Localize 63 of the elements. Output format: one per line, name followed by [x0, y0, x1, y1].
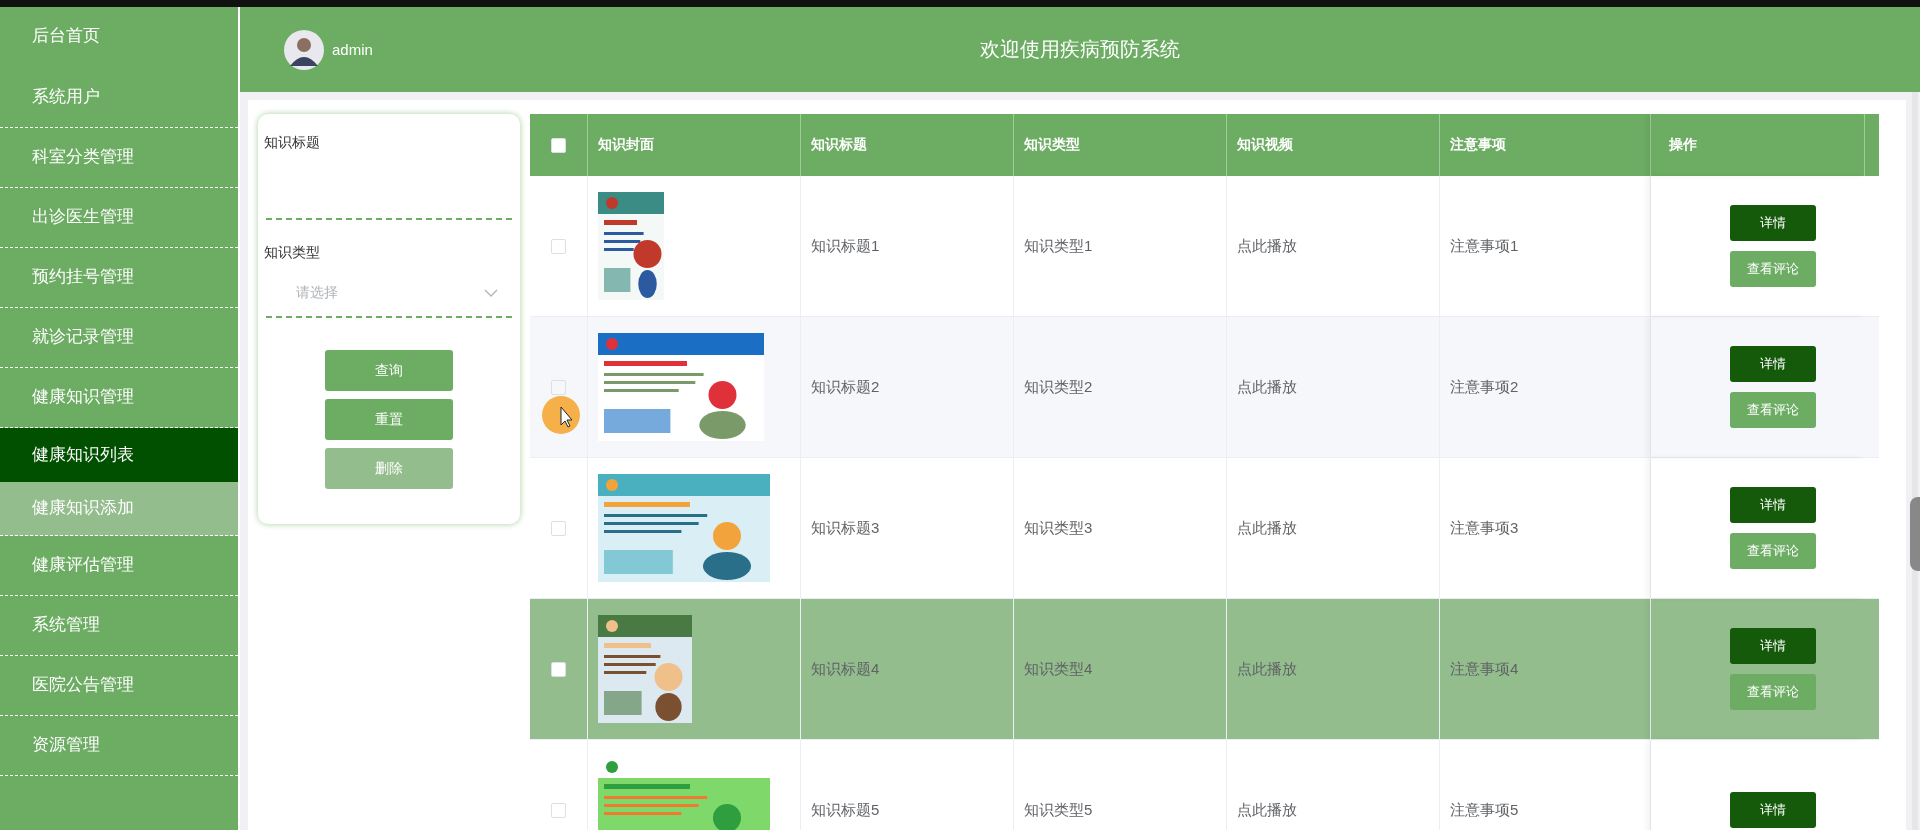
table-cell: 知识标题4 — [801, 599, 1014, 739]
table-cell: 知识标题1 — [801, 176, 1014, 316]
sidebar-item[interactable]: 出诊医生管理 — [0, 188, 238, 248]
checkbox[interactable] — [551, 802, 566, 818]
table-cell: 点此播放 — [1227, 740, 1440, 830]
table-cell: 注意事项2 — [1440, 317, 1651, 457]
checkbox[interactable] — [551, 137, 566, 153]
comments-button[interactable]: 查看评论 — [1730, 674, 1816, 710]
checkbox[interactable] — [551, 238, 566, 254]
details-button[interactable]: 详情 — [1730, 205, 1816, 241]
user-name: admin — [332, 41, 373, 58]
avatar-icon — [284, 29, 324, 70]
checkbox[interactable] — [551, 520, 566, 536]
table-row[interactable]: 知识标题2 知识类型2 点此播放 注意事项2 详情 查看评论 — [530, 317, 1879, 458]
comments-button[interactable]: 查看评论 — [1730, 533, 1816, 569]
cursor-icon — [541, 395, 581, 435]
details-button[interactable]: 详情 — [1730, 628, 1816, 664]
table-cell: 知识类型4 — [1014, 599, 1227, 739]
comments-button[interactable]: 查看评论 — [1730, 392, 1816, 428]
table-cell: 点此播放 — [1227, 317, 1440, 457]
table-row[interactable]: 知识标题4 知识类型4 点此播放 注意事项4 详情 查看评论 — [530, 599, 1879, 740]
sidebar-item[interactable]: 后台首页 — [0, 7, 238, 68]
scrollbar[interactable] — [1912, 92, 1918, 830]
sidebar-item[interactable]: 系统用户 — [0, 68, 238, 128]
scroll-handle[interactable] — [1910, 497, 1920, 571]
sidebar-item[interactable]: 资源管理 — [0, 716, 238, 776]
comments-button[interactable]: 查看评论 — [1730, 251, 1816, 287]
details-button[interactable]: 详情 — [1730, 792, 1816, 828]
sidebar-item[interactable]: 健康知识列表 — [0, 428, 238, 482]
table-cell: 知识类型3 — [1014, 458, 1227, 598]
sidebar-item[interactable]: 系统管理 — [0, 596, 238, 656]
table-cell: 知识类型2 — [1014, 317, 1227, 457]
page-title: 欢迎使用疾病预防系统 — [979, 37, 1181, 62]
checkbox[interactable] — [551, 661, 566, 677]
sidebar-item[interactable]: 医院公告管理 — [0, 656, 238, 716]
sidebar-item[interactable]: 科室分类管理 — [0, 128, 238, 188]
table-cell: 知识标题2 — [801, 317, 1014, 457]
field-label: 知识标题 — [264, 134, 321, 152]
sidebar-item[interactable]: 预约挂号管理 — [0, 248, 238, 308]
search-form-button[interactable]: 重置 — [325, 399, 453, 440]
table-cell: 注意事项4 — [1440, 599, 1651, 739]
table-cell: 注意事项5 — [1440, 740, 1651, 830]
table-cell: 点此播放 — [1227, 458, 1440, 598]
sidebar-item[interactable]: 就诊记录管理 — [0, 308, 238, 368]
table-cell: 知识标题5 — [801, 740, 1014, 830]
table-cell: 知识标题3 — [801, 458, 1014, 598]
sidebar-item[interactable]: 健康知识添加 — [0, 482, 238, 536]
table-row[interactable]: 知识标题3 知识类型3 点此播放 注意事项3 详情 查看评论 — [530, 458, 1879, 599]
table-cell: 注意事项1 — [1440, 176, 1651, 316]
chevron-down-icon — [484, 289, 498, 297]
table-cell: 点此播放 — [1227, 599, 1440, 739]
select-field[interactable]: 请选择 — [266, 270, 512, 318]
checkbox[interactable] — [551, 379, 566, 395]
details-button[interactable]: 详情 — [1730, 487, 1816, 523]
table-cell: 知识类型1 — [1014, 176, 1227, 316]
search-form-button[interactable]: 查询 — [325, 350, 453, 391]
table-cell: 点此播放 — [1227, 176, 1440, 316]
table-row[interactable]: 知识标题1 知识类型1 点此播放 注意事项1 详情 查看评论 — [530, 176, 1879, 317]
table-cell: 知识类型5 — [1014, 740, 1227, 830]
table-cell: 注意事项3 — [1440, 458, 1651, 598]
details-button[interactable]: 详情 — [1730, 346, 1816, 382]
sidebar-item[interactable]: 健康评估管理 — [0, 536, 238, 596]
field-label: 知识类型 — [264, 244, 321, 262]
